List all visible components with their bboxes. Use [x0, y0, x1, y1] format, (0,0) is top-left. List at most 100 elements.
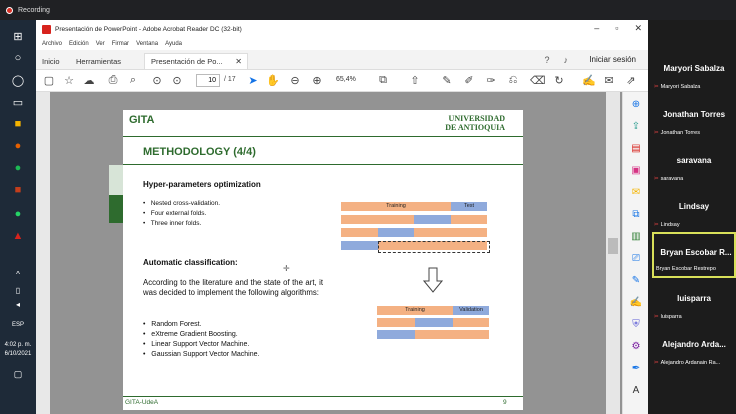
maximize-icon[interactable]: ▫: [615, 23, 618, 34]
combine-files-icon[interactable]: ⧉: [629, 208, 643, 222]
participant-tile[interactable]: Lindsay ✂ Lindsay: [652, 186, 736, 232]
save-icon[interactable]: ▢: [42, 74, 56, 87]
more-tools-icon[interactable]: ⚙: [629, 340, 643, 354]
slide-side-band: [109, 165, 123, 195]
fill-icon[interactable]: ✒: [629, 362, 643, 376]
powerpoint-icon[interactable]: ■: [8, 182, 28, 198]
cortana-icon[interactable]: ◯: [8, 72, 28, 88]
scrollbar-thumb[interactable]: [608, 238, 618, 254]
menu-ayuda[interactable]: Ayuda: [165, 41, 182, 47]
left-panel-toggle[interactable]: [36, 92, 50, 414]
participant-tile[interactable]: luisparra ✂ luisparra: [652, 278, 736, 324]
participant-tile[interactable]: Jonathan Torres ✂ Jonathan Torres: [652, 94, 736, 140]
edit-pdf-icon[interactable]: ▣: [629, 164, 643, 178]
fill-sign-icon[interactable]: ✍: [629, 296, 643, 310]
star-icon[interactable]: ☆: [62, 74, 76, 87]
scan-icon[interactable]: ⎚: [629, 252, 643, 266]
text-tool-icon[interactable]: A: [629, 384, 643, 398]
inner-validation-label: Validation: [459, 307, 483, 313]
file-explorer-icon[interactable]: ■: [8, 116, 28, 132]
comment-icon[interactable]: ✎: [440, 74, 454, 87]
fold-train: [453, 318, 489, 327]
menu-firmar[interactable]: Firmar: [112, 41, 129, 47]
help-icon[interactable]: ?: [544, 55, 549, 65]
close-tab-icon[interactable]: ✕: [235, 57, 242, 66]
participant-name: Bryan Escobar R...: [660, 248, 732, 257]
minimize-icon[interactable]: –: [594, 23, 599, 34]
rotate-icon[interactable]: ↻: [552, 74, 566, 87]
windows-start-icon[interactable]: ⊞: [8, 28, 28, 44]
clock-time[interactable]: 4:02 p. m.: [0, 342, 36, 348]
bullet-item: • eXtreme Gradient Boosting.: [143, 331, 238, 338]
outer-test-label: Test: [463, 203, 475, 209]
participant-label: Bryan Escobar Restrepo: [656, 266, 716, 272]
print-icon[interactable]: ⎙: [106, 74, 120, 87]
slide-footer: GITA-UdeA: [125, 399, 159, 406]
stamp-icon[interactable]: ⎌: [506, 74, 520, 87]
fold-train: [341, 215, 414, 224]
divider: [123, 164, 523, 165]
divider: [123, 136, 523, 137]
shield-icon[interactable]: ⛨: [629, 318, 643, 332]
protect-icon[interactable]: ✎: [629, 274, 643, 288]
select-cursor-icon[interactable]: ➤: [246, 74, 260, 87]
participant-label: ✂ luisparra: [654, 314, 682, 320]
tab-document[interactable]: Presentación de Po... ✕: [144, 53, 248, 69]
share-link-icon[interactable]: ⇗: [624, 74, 638, 87]
menu-edicion[interactable]: Edición: [69, 41, 89, 47]
menu-ver[interactable]: Ver: [96, 41, 105, 47]
share-icon[interactable]: ✉: [602, 74, 616, 87]
tab-bar: Inicio Herramientas Presentación de Po..…: [36, 50, 648, 70]
volume-icon[interactable]: ◂: [8, 296, 28, 312]
scroll-mode-icon[interactable]: ⇧: [408, 74, 422, 87]
organize-pages-icon[interactable]: ▥: [629, 230, 643, 244]
page-number-input[interactable]: 10: [196, 74, 220, 87]
cursor-crosshair-icon: ✛: [283, 264, 290, 273]
bullet-item: • Four external folds.: [143, 210, 207, 217]
participant-tile[interactable]: Alejandro Arda... ✂ Alejandro Ardanain Ra…: [652, 324, 736, 370]
export-pdf-icon[interactable]: ⇪: [629, 120, 643, 134]
tab-herramientas[interactable]: Herramientas: [76, 53, 121, 69]
participant-label: ✂ Jonathan Torres: [654, 130, 700, 136]
tab-inicio[interactable]: Inicio: [42, 53, 60, 69]
participant-tile[interactable]: saravana ✂ saravana: [652, 140, 736, 186]
zoom-level-dropdown[interactable]: 65,4%: [336, 76, 356, 83]
bell-icon[interactable]: ♪: [564, 55, 569, 65]
document-area: GITA UNIVERSIDAD DE ANTIOQUIA METHODOLOG…: [36, 92, 648, 414]
task-view-icon[interactable]: ▭: [8, 94, 28, 110]
find-icon[interactable]: ⌕: [126, 74, 140, 87]
firefox-icon[interactable]: ●: [8, 138, 28, 154]
spotify-icon[interactable]: ●: [8, 160, 28, 176]
create-pdf-icon[interactable]: ▤: [629, 142, 643, 156]
participant-tile-active-speaker[interactable]: Bryan Escobar R... Bryan Escobar Restrep…: [652, 232, 736, 278]
prev-page-icon[interactable]: ⊙: [150, 74, 164, 87]
next-page-icon[interactable]: ⊙: [170, 74, 184, 87]
zoom-in-icon[interactable]: ⊕: [310, 74, 324, 87]
whatsapp-icon[interactable]: ●: [8, 206, 28, 222]
bullet-item: • Nested cross-validation.: [143, 200, 221, 207]
delete-icon[interactable]: ⌫: [530, 74, 546, 87]
fold-train: [415, 330, 489, 339]
highlight-icon[interactable]: ✐: [462, 74, 476, 87]
sign-icon[interactable]: ✍: [582, 74, 596, 87]
menu-archivo[interactable]: Archivo: [42, 41, 62, 47]
heading-hyperparams: Hyper-parameters optimization: [143, 180, 261, 189]
chevron-up-icon[interactable]: ^: [8, 266, 28, 282]
upload-icon[interactable]: ☁: [82, 74, 96, 87]
draw-icon[interactable]: ✑: [484, 74, 498, 87]
fit-page-icon[interactable]: ⧉: [376, 74, 390, 87]
participant-tile[interactable]: Maryori Sabalza ✂ Maryori Sabalza: [652, 48, 736, 94]
signin-button[interactable]: Iniciar sesión: [589, 55, 636, 64]
close-icon[interactable]: ✕: [634, 23, 642, 34]
language-indicator[interactable]: ESP: [0, 322, 36, 328]
zoom-tool-icon[interactable]: ⊕: [629, 98, 643, 112]
menu-ventana[interactable]: Ventana: [136, 41, 158, 47]
acrobat-icon[interactable]: ▲: [8, 228, 28, 244]
search-icon[interactable]: ○: [8, 50, 28, 66]
zoom-out-icon[interactable]: ⊖: [288, 74, 302, 87]
hand-tool-icon[interactable]: ✋: [266, 74, 280, 87]
clock-date[interactable]: 6/10/2021: [0, 351, 36, 357]
fold-validation: [377, 330, 415, 339]
comment-tool-icon[interactable]: ✉: [629, 186, 643, 200]
notification-icon[interactable]: ▢: [8, 366, 28, 382]
